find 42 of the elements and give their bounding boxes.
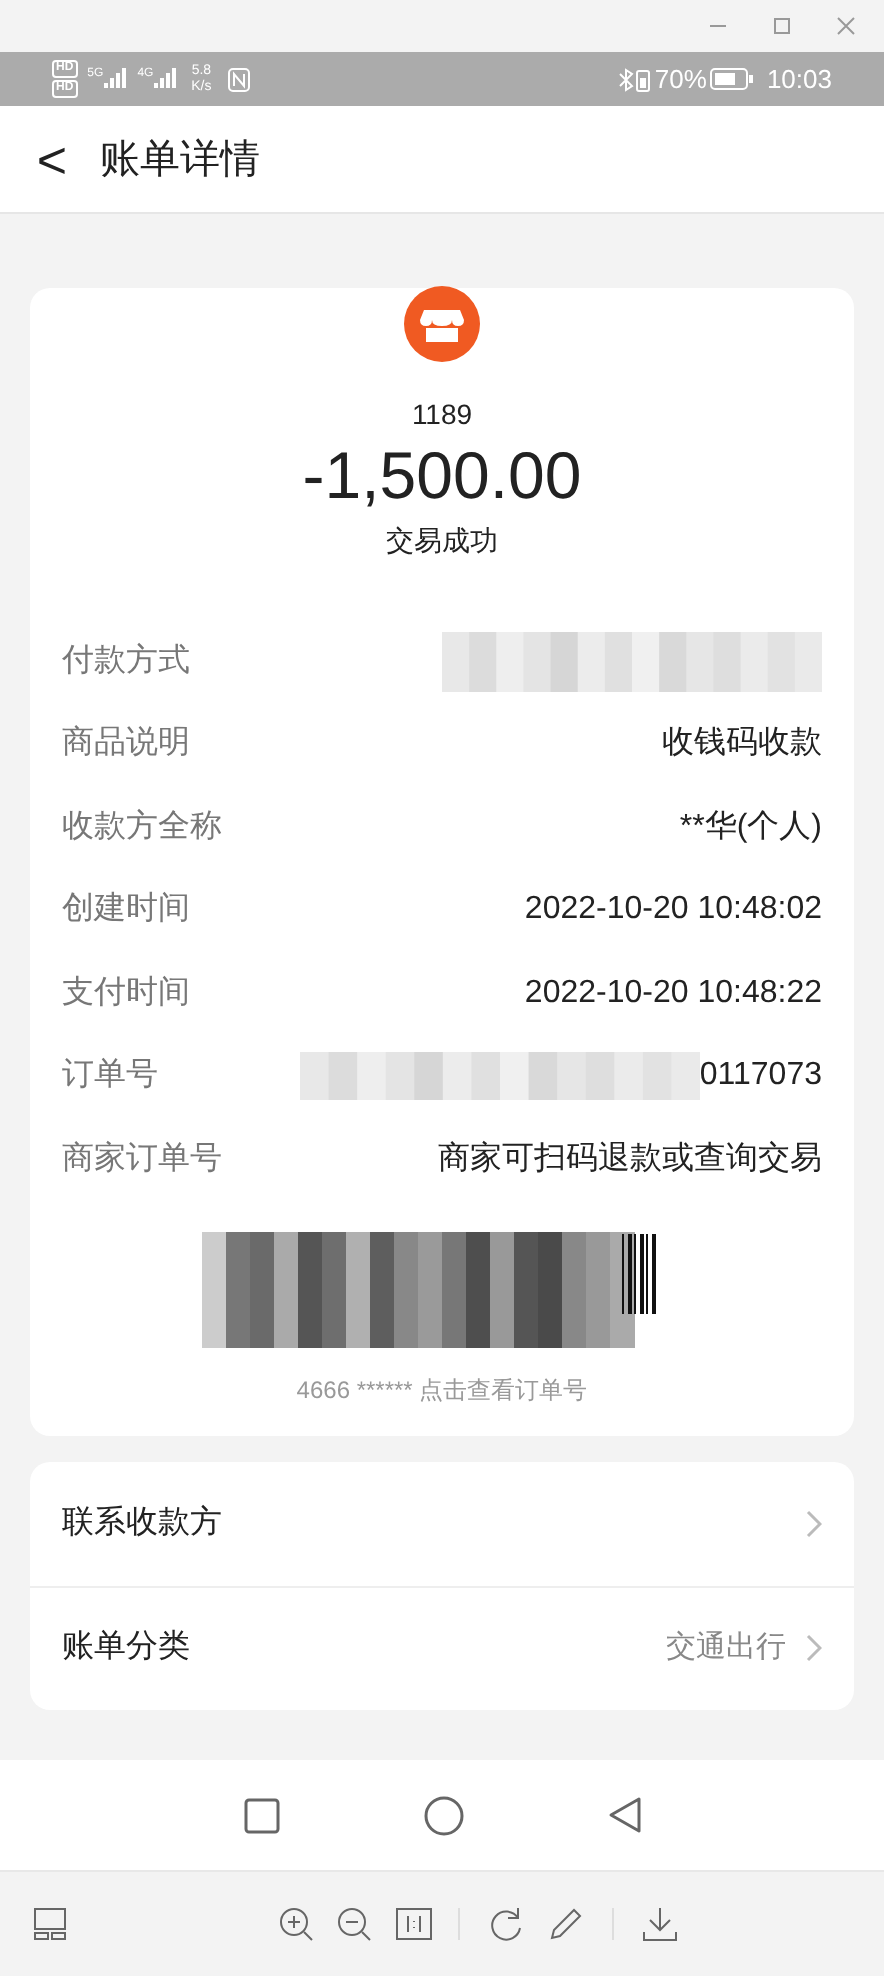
merchant-name: 1189 bbox=[411, 396, 473, 434]
actual-size-icon[interactable] bbox=[396, 1908, 432, 1940]
back-icon[interactable] bbox=[607, 1796, 641, 1834]
recent-apps-icon[interactable] bbox=[243, 1797, 279, 1833]
list-item[interactable]: 联系收款方 bbox=[30, 1461, 854, 1585]
bluetooth-icon bbox=[618, 67, 635, 91]
field-label: 付款方式 bbox=[62, 641, 190, 682]
field-label: 商家订单号 bbox=[62, 1139, 222, 1180]
field-value: 0117073 bbox=[699, 1056, 822, 1097]
zoom-out-icon[interactable] bbox=[336, 1906, 372, 1942]
field-label: 收款方全称 bbox=[62, 807, 222, 848]
field-value: 商家可扫码退款或查询交易 bbox=[438, 1139, 822, 1180]
signal-icon bbox=[153, 68, 178, 90]
signal-icon bbox=[103, 68, 128, 90]
list-item[interactable]: 账单分类 交通出行 bbox=[30, 1585, 854, 1709]
pencil-icon[interactable] bbox=[548, 1906, 584, 1942]
field-label: 订单号 bbox=[62, 1056, 158, 1097]
download-icon[interactable] bbox=[642, 1906, 678, 1942]
field-value: 2022-10-20 10:48:02 bbox=[524, 890, 822, 931]
page-title: 账单详情 bbox=[100, 135, 260, 185]
clock: 10:03 bbox=[766, 61, 832, 98]
battery-percent: 70% bbox=[654, 61, 707, 98]
close-icon[interactable] bbox=[836, 16, 856, 36]
battery-saver-icon bbox=[636, 67, 651, 91]
maximize-icon[interactable] bbox=[772, 16, 792, 36]
home-icon[interactable] bbox=[423, 1795, 463, 1835]
field-value: 2022-10-20 10:48:22 bbox=[524, 973, 822, 1014]
back-button[interactable]: < bbox=[36, 133, 68, 185]
thumbnail-view-icon[interactable] bbox=[34, 1908, 66, 1940]
zoom-in-icon[interactable] bbox=[278, 1906, 314, 1942]
battery-icon bbox=[710, 68, 755, 90]
nfc-icon bbox=[227, 67, 250, 91]
amount: -1,500.00 bbox=[302, 436, 582, 516]
transaction-status: 交易成功 bbox=[386, 522, 498, 560]
field-value: 收钱码收款 bbox=[662, 724, 822, 765]
chevron-right-icon bbox=[806, 1634, 822, 1662]
field-value: **华(个人) bbox=[679, 807, 822, 848]
rotate-icon[interactable] bbox=[488, 1906, 524, 1942]
chevron-right-icon bbox=[806, 1509, 822, 1537]
field-label: 支付时间 bbox=[62, 973, 190, 1014]
field-label: 创建时间 bbox=[62, 889, 190, 931]
field-label: 商品说明 bbox=[62, 723, 190, 765]
